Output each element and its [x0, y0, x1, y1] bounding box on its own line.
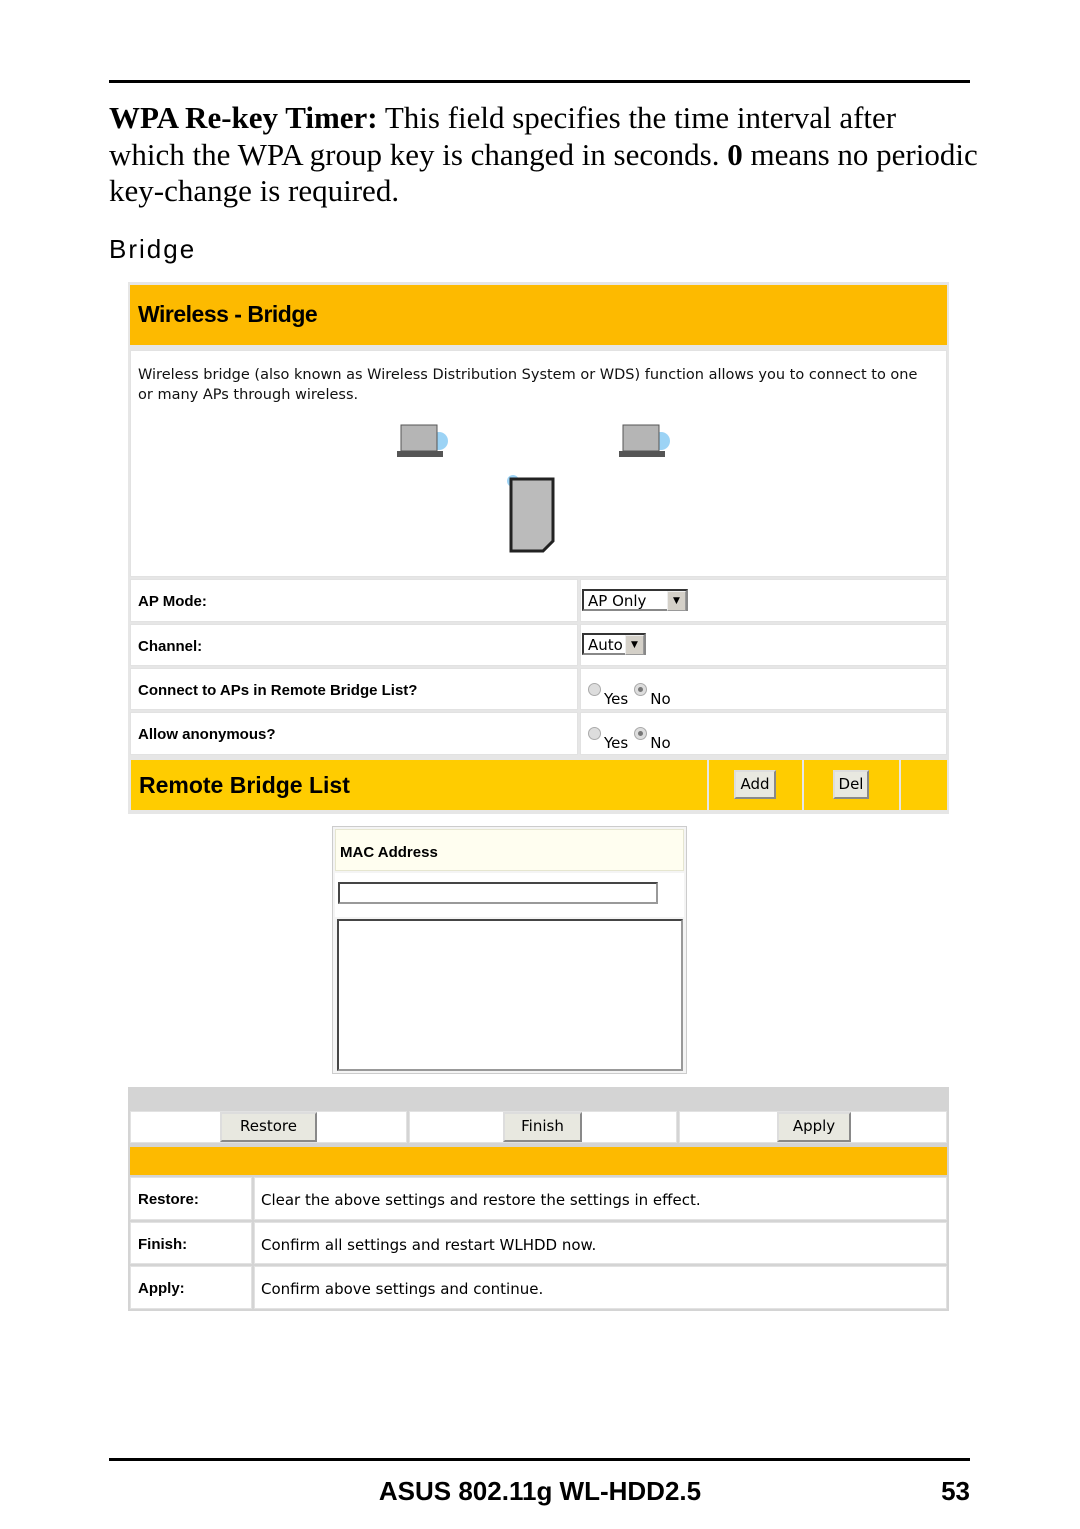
- manual-page: WPA Re-key Timer: This field specifies t…: [0, 0, 1080, 1529]
- zero-value: 0: [727, 136, 743, 172]
- laptop-icon: [619, 424, 670, 457]
- connect-yes-radio[interactable]: [588, 683, 601, 696]
- yes-label: Yes: [604, 734, 629, 752]
- help-label-cell: Apply:: [130, 1266, 252, 1309]
- finish-cell: Finish: [409, 1111, 677, 1143]
- page-number: 53: [941, 1476, 970, 1506]
- connect-label-cell: Connect to APs in Remote Bridge List?: [130, 668, 578, 710]
- empty-cell: [901, 760, 947, 810]
- description-text: Wireless bridge (also known as Wireless …: [138, 367, 918, 403]
- remote-bridge-header: Remote Bridge List: [131, 760, 707, 810]
- help-text-cell: Clear the above settings and restore the…: [254, 1177, 947, 1220]
- remote-bridge-title: Remote Bridge List: [139, 772, 350, 798]
- chevron-down-icon: ▼: [667, 591, 686, 611]
- mac-header: MAC Address: [335, 829, 684, 871]
- router-icon: [507, 475, 555, 553]
- apply-cell: Apply: [679, 1111, 947, 1143]
- wpa-rekey-paragraph: WPA Re-key Timer: This field specifies t…: [109, 100, 979, 210]
- connect-no-radio[interactable]: [634, 683, 648, 696]
- channel-label-cell: Channel:: [130, 624, 578, 666]
- help-label: Restore:: [138, 1191, 199, 1208]
- channel-value: Auto: [588, 636, 623, 654]
- help-label-cell: Restore:: [130, 1177, 252, 1220]
- anonymous-value-cell: Yes No: [580, 712, 947, 755]
- restore-cell: Restore: [130, 1111, 407, 1143]
- anonymous-radio-group: Yes No: [588, 727, 677, 752]
- ap-mode-value: AP Only: [588, 592, 647, 610]
- no-label: No: [650, 734, 671, 752]
- footer-title: ASUS 802.11g WL-HDD2.5: [378, 1476, 702, 1506]
- mac-address-input[interactable]: [338, 882, 658, 904]
- del-cell: Del: [804, 760, 899, 810]
- help-text: Confirm all settings and restart WLHDD n…: [261, 1236, 597, 1254]
- mac-input-row: [335, 873, 684, 917]
- no-label: No: [650, 690, 671, 708]
- add-cell: Add: [709, 760, 802, 810]
- del-button[interactable]: Del: [833, 770, 869, 799]
- restore-button[interactable]: Restore: [220, 1112, 317, 1142]
- help-text-cell: Confirm above settings and continue.: [254, 1266, 947, 1309]
- section-heading: Bridge: [109, 234, 197, 264]
- channel-select[interactable]: Auto ▼: [582, 633, 646, 655]
- mac-header-label: MAC Address: [340, 844, 438, 861]
- wds-diagram-image: [397, 424, 670, 553]
- channel-label: Channel:: [138, 638, 203, 655]
- ap-mode-label-cell: AP Mode:: [130, 579, 578, 622]
- bottom-rule: [109, 1458, 970, 1461]
- help-text-cell: Confirm all settings and restart WLHDD n…: [254, 1222, 947, 1264]
- mac-list-box[interactable]: [337, 919, 683, 1071]
- panel-title: Wireless - Bridge: [138, 301, 318, 327]
- mac-table: MAC Address: [332, 826, 687, 1074]
- connect-value-cell: Yes No: [580, 668, 947, 710]
- help-label: Apply:: [138, 1280, 185, 1297]
- help-text: Confirm above settings and continue.: [261, 1280, 544, 1298]
- help-label: Finish:: [138, 1236, 188, 1253]
- help-label-cell: Finish:: [130, 1222, 252, 1264]
- ap-mode-value-cell: AP Only ▼: [580, 579, 947, 622]
- description-cell: Wireless bridge (also known as Wireless …: [130, 350, 947, 577]
- finish-button[interactable]: Finish: [503, 1112, 582, 1142]
- help-header-bar: [130, 1147, 947, 1175]
- apply-button[interactable]: Apply: [777, 1112, 851, 1142]
- ap-mode-select[interactable]: AP Only ▼: [582, 589, 688, 611]
- panel-header: Wireless - Bridge: [130, 285, 947, 345]
- term: WPA Re-key Timer:: [109, 100, 378, 135]
- anonymous-label: Allow anonymous?: [138, 726, 276, 743]
- anonymous-yes-radio[interactable]: [588, 727, 601, 740]
- top-rule: [109, 80, 970, 83]
- connect-label: Connect to APs in Remote Bridge List?: [138, 682, 418, 699]
- ap-mode-label: AP Mode:: [138, 593, 207, 610]
- connect-radio-group: Yes No: [588, 683, 677, 708]
- chevron-down-icon: ▼: [625, 635, 644, 655]
- yes-label: Yes: [604, 690, 629, 708]
- laptop-icon: [397, 424, 448, 457]
- anonymous-label-cell: Allow anonymous?: [130, 712, 578, 755]
- help-text: Clear the above settings and restore the…: [261, 1191, 701, 1209]
- anonymous-no-radio[interactable]: [634, 727, 648, 740]
- add-button[interactable]: Add: [734, 770, 776, 799]
- channel-value-cell: Auto ▼: [580, 624, 947, 666]
